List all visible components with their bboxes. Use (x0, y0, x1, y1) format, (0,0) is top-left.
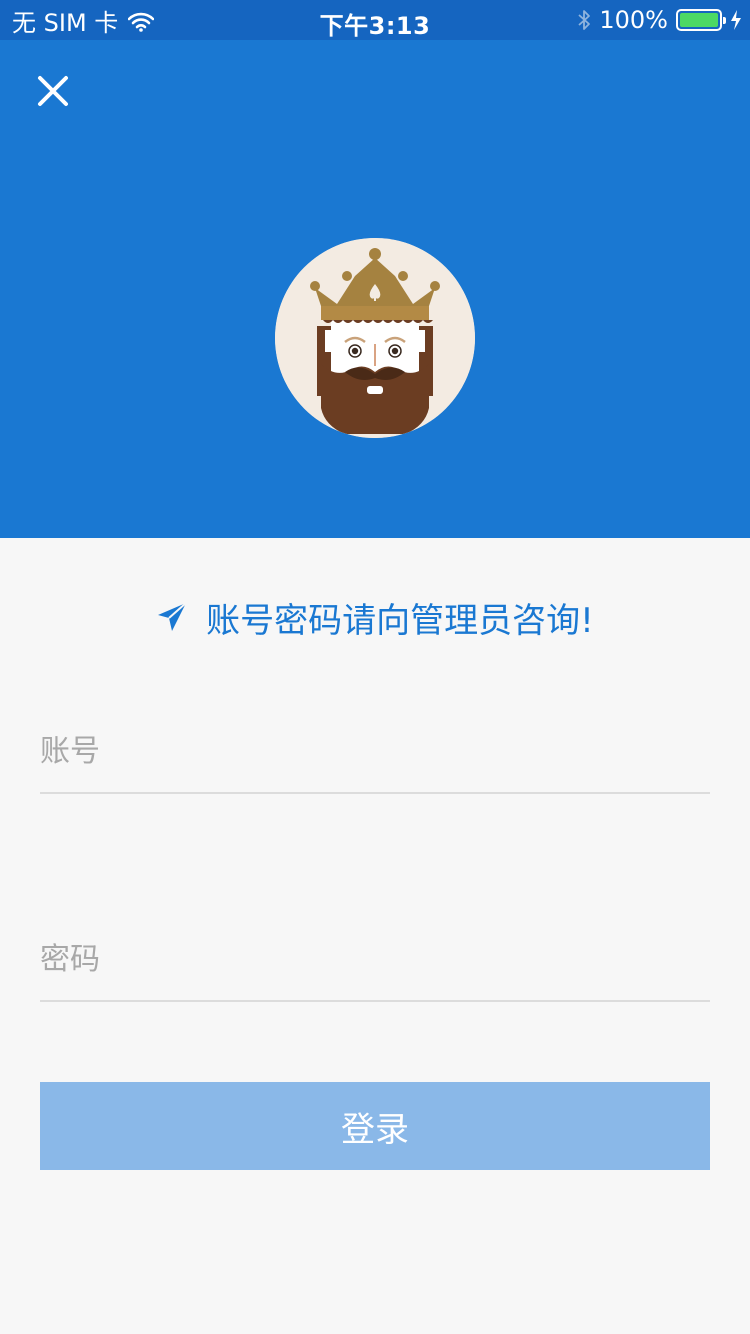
account-field (40, 704, 710, 794)
battery-percent: 100% (599, 6, 668, 34)
password-input[interactable] (40, 934, 710, 984)
charging-bolt-icon (730, 9, 742, 31)
status-right: 100% (577, 6, 742, 34)
notice-text: 账号密码请向管理员咨询! (206, 600, 594, 641)
account-input[interactable] (40, 726, 710, 776)
status-bar: 无 SIM 卡 下午3:13 100% (0, 0, 750, 40)
header-banner (0, 40, 750, 538)
send-icon (156, 601, 188, 633)
login-button[interactable]: 登录 (40, 1082, 710, 1170)
battery-icon (676, 9, 726, 31)
battery-fill (680, 13, 718, 27)
close-button[interactable] (30, 68, 76, 114)
bluetooth-icon (577, 8, 591, 32)
account-notice: 账号密码请向管理员咨询! (0, 590, 750, 644)
king-avatar-icon (275, 238, 475, 438)
avatar (275, 238, 475, 438)
password-field (40, 912, 710, 1002)
close-icon (38, 76, 68, 106)
